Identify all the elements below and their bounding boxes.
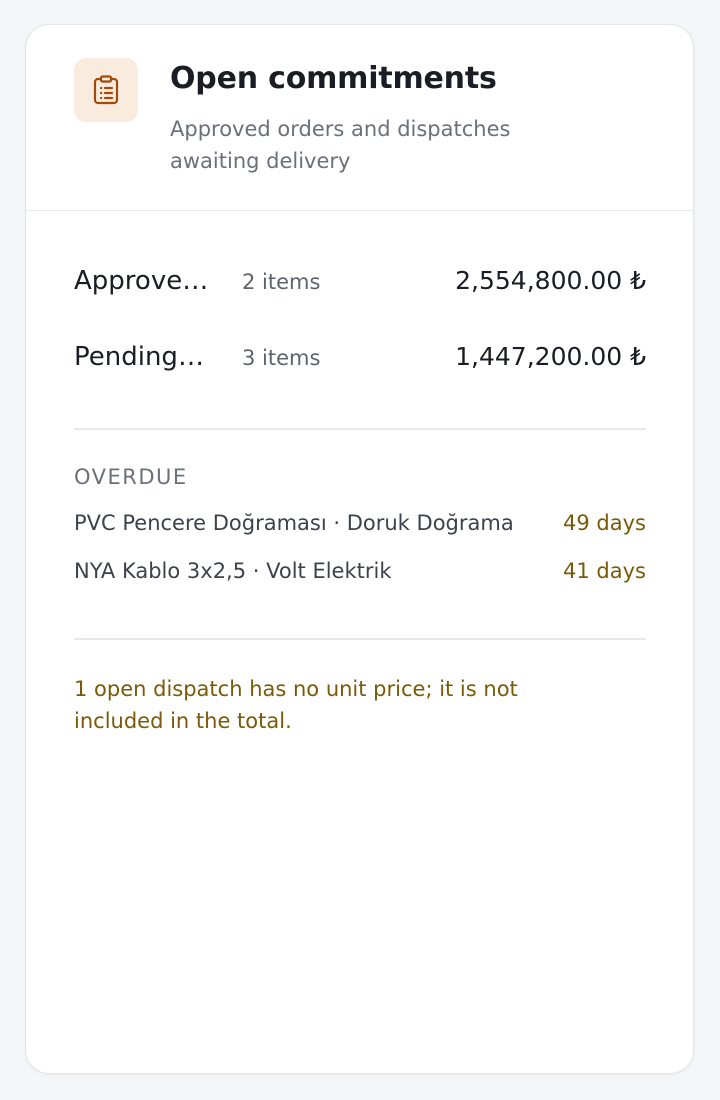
- summary-count: 2 items: [242, 270, 321, 294]
- summary-count: 3 items: [242, 346, 321, 370]
- summary-amount: 2,554,800.00 ₺: [455, 266, 646, 295]
- divider: [74, 428, 646, 430]
- card-title: Open commitments: [170, 61, 497, 96]
- summary-label: Pending dispatches: [74, 342, 212, 372]
- overdue-item: NYA Kablo 3x2,5 · Volt Elektrik 41 days: [74, 559, 646, 591]
- icon-tile: [74, 58, 138, 122]
- summary-label: Approved orders: [74, 266, 212, 296]
- overdue-item-days: 41 days: [563, 559, 646, 583]
- open-commitments-card: Open commitments Approved orders and dis…: [25, 24, 694, 1074]
- card-header: Open commitments Approved orders and dis…: [26, 25, 693, 211]
- card-subtitle: Approved orders and dispatches awaiting …: [170, 117, 511, 173]
- overdue-item-days: 49 days: [563, 511, 646, 535]
- overdue-item-name: NYA Kablo 3x2,5 · Volt Elektrik: [74, 559, 392, 583]
- summary-row-pending-dispatches: Pending dispatches 3 items 1,447,200.00 …: [74, 342, 646, 382]
- clipboard-list-icon: [93, 75, 119, 105]
- overdue-item: PVC Pencere Doğraması · Doruk Doğrama 49…: [74, 511, 646, 543]
- overdue-section-label: OVERDUE: [74, 465, 188, 489]
- overdue-item-name: PVC Pencere Doğraması · Doruk Doğrama: [74, 511, 514, 535]
- divider: [74, 638, 646, 640]
- summary-row-approved-orders: Approved orders 2 items 2,554,800.00 ₺: [74, 266, 646, 306]
- missing-price-note: 1 open dispatch has no unit price; it is…: [74, 677, 518, 733]
- summary-amount: 1,447,200.00 ₺: [455, 342, 646, 371]
